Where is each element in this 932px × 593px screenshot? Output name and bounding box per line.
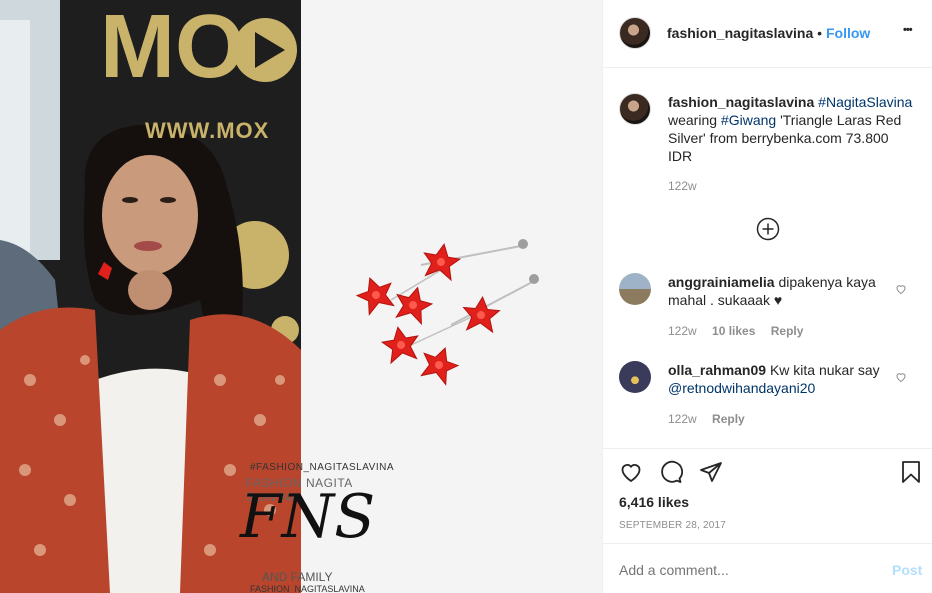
share-icon[interactable] xyxy=(699,460,723,484)
comment-meta: 122w Reply xyxy=(668,412,745,426)
mention-link[interactable]: @retnodwihandayani20 xyxy=(668,380,815,396)
comment-input[interactable] xyxy=(619,558,879,582)
divider xyxy=(603,448,932,449)
comment-timestamp[interactable]: 122w xyxy=(668,412,697,426)
reply-button[interactable]: Reply xyxy=(712,412,745,426)
watermark-family-text: AND FAMILY xyxy=(262,570,333,584)
post-header: fashion_nagitaslavina • Follow ••• xyxy=(603,0,932,68)
watermark: #FASHION_NAGITASLAVINA FASHION NAGITA SL… xyxy=(240,460,394,593)
comment-icon[interactable] xyxy=(659,460,683,484)
follow-button[interactable]: Follow xyxy=(826,25,870,41)
banner-logo-text: MO xyxy=(100,0,245,97)
post-sidebar: fashion_nagitaslavina • Follow ••• fashi… xyxy=(602,0,932,593)
caption: fashion_nagitaslavina #NagitaSlavina wea… xyxy=(668,93,913,165)
comment-text: Kw kita nukar say xyxy=(769,362,880,378)
like-comment-icon[interactable] xyxy=(895,370,907,383)
watermark-bottom-text: FASHION_NAGITASLAVINA xyxy=(250,584,365,593)
like-comment-icon[interactable] xyxy=(895,282,907,295)
caption-timestamp[interactable]: 122w xyxy=(668,179,697,193)
post-comment-button[interactable]: Post xyxy=(892,562,922,578)
heart-icon[interactable] xyxy=(619,460,643,484)
hashtag-link[interactable]: #NagitaSlavina xyxy=(818,94,912,110)
hashtag-link[interactable]: #Giwang xyxy=(721,112,776,128)
post-date[interactable]: SEPTEMBER 28, 2017 xyxy=(619,520,726,531)
watermark-top-text: #FASHION_NAGITASLAVINA xyxy=(250,462,395,473)
comment-username[interactable]: olla_rahman09 xyxy=(668,362,766,378)
divider xyxy=(603,543,932,544)
header-user-line: fashion_nagitaslavina • Follow xyxy=(667,24,870,42)
comment-username[interactable]: anggrainiamelia xyxy=(668,274,775,290)
avatar[interactable] xyxy=(619,17,651,49)
reply-button[interactable]: Reply xyxy=(771,324,804,338)
comment-timestamp[interactable]: 122w xyxy=(668,324,697,338)
comment-meta: 122w 10 likes Reply xyxy=(668,324,803,338)
commenter-avatar[interactable] xyxy=(619,273,651,305)
bookmark-icon[interactable] xyxy=(899,460,923,484)
caption-text: wearing xyxy=(668,112,718,128)
likes-count[interactable]: 6,416 likes xyxy=(619,494,689,510)
commenter-avatar[interactable] xyxy=(619,361,651,393)
banner-url-text: WWW.MOX xyxy=(145,118,270,143)
comment-body: anggrainiamelia dipakenya kaya mahal . s… xyxy=(668,273,898,309)
caption-avatar[interactable] xyxy=(619,93,651,125)
header-separator: • xyxy=(817,25,823,41)
load-more-comments-icon[interactable] xyxy=(756,217,780,241)
post-image[interactable]: MO WWW.MOX #FASHION_NAGITASLAVINA FASHIO… xyxy=(0,0,602,593)
caption-username[interactable]: fashion_nagitaslavina xyxy=(668,94,814,110)
header-username[interactable]: fashion_nagitaslavina xyxy=(667,25,813,41)
comment-likes[interactable]: 10 likes xyxy=(712,324,755,338)
comment-body: olla_rahman09 Kw kita nukar say @retnodw… xyxy=(668,361,898,397)
watermark-logo: FNS xyxy=(240,482,376,552)
more-options-icon[interactable]: ••• xyxy=(903,24,913,36)
